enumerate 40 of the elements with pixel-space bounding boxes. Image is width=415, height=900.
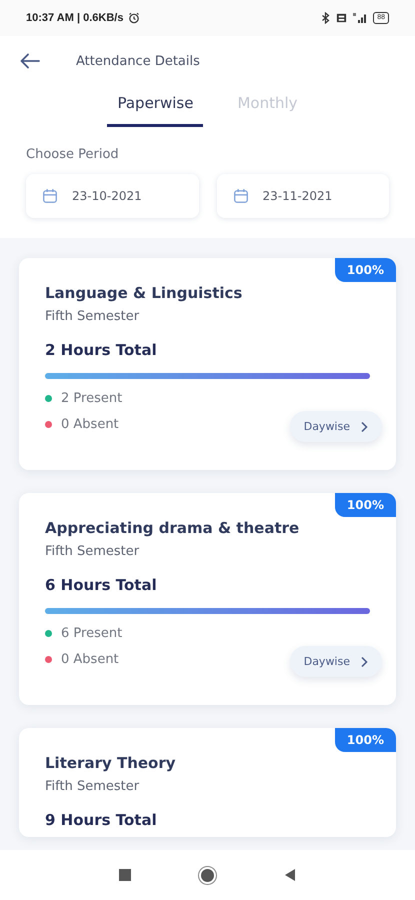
present-count: 2 Present — [61, 391, 122, 406]
back-arrow-icon — [20, 53, 40, 69]
date-field[interactable]: 23-10-2021 — [26, 174, 198, 218]
hours-total: 6 Hours Total — [45, 576, 158, 594]
hours-total: 9 Hours Total — [45, 811, 158, 829]
alarm-icon — [128, 12, 140, 24]
bluetooth-icon — [320, 12, 332, 24]
page-title: Attendance Details — [76, 54, 200, 68]
absent-dot — [45, 656, 52, 663]
chevron-right-icon — [360, 420, 368, 432]
semester-label: Fifth Semester — [45, 309, 140, 324]
signal-icon — [352, 12, 368, 24]
tab[interactable]: Paperwise — [107, 88, 204, 127]
home-icon[interactable] — [201, 868, 214, 882]
absent-count: 0 Absent — [61, 417, 119, 432]
calendar-icon — [232, 188, 248, 204]
daywise-button[interactable]: Daywise — [290, 411, 382, 442]
chevron-right-icon — [360, 656, 368, 668]
hours-total: 2 Hours Total — [45, 341, 158, 359]
present-dot — [45, 630, 52, 637]
present-dot — [45, 395, 52, 402]
percentage-badge: 100% — [334, 728, 396, 752]
back-icon[interactable] — [284, 868, 296, 882]
absent-dot — [45, 421, 52, 428]
subject-title: Appreciating drama & theatre — [45, 519, 300, 537]
calendar-icon — [42, 188, 58, 204]
percentage-badge: 100% — [334, 493, 396, 517]
sim-icon — [336, 12, 348, 24]
subject-title: Language & Linguistics — [45, 284, 244, 302]
status-time: 10:37 AM | 0.6KB/s — [26, 12, 124, 24]
percentage-badge: 100% — [334, 258, 396, 282]
semester-label: Fifth Semester — [45, 544, 140, 559]
date-field[interactable]: 23-11-2021 — [216, 174, 389, 218]
back-button[interactable] — [18, 51, 42, 71]
present-count: 6 Present — [61, 626, 122, 641]
daywise-button[interactable]: Daywise — [290, 646, 382, 677]
subject-title: Literary Theory — [45, 754, 177, 772]
absent-count: 0 Absent — [61, 652, 119, 667]
period-label: Choose Period — [0, 143, 415, 174]
semester-label: Fifth Semester — [45, 779, 140, 794]
